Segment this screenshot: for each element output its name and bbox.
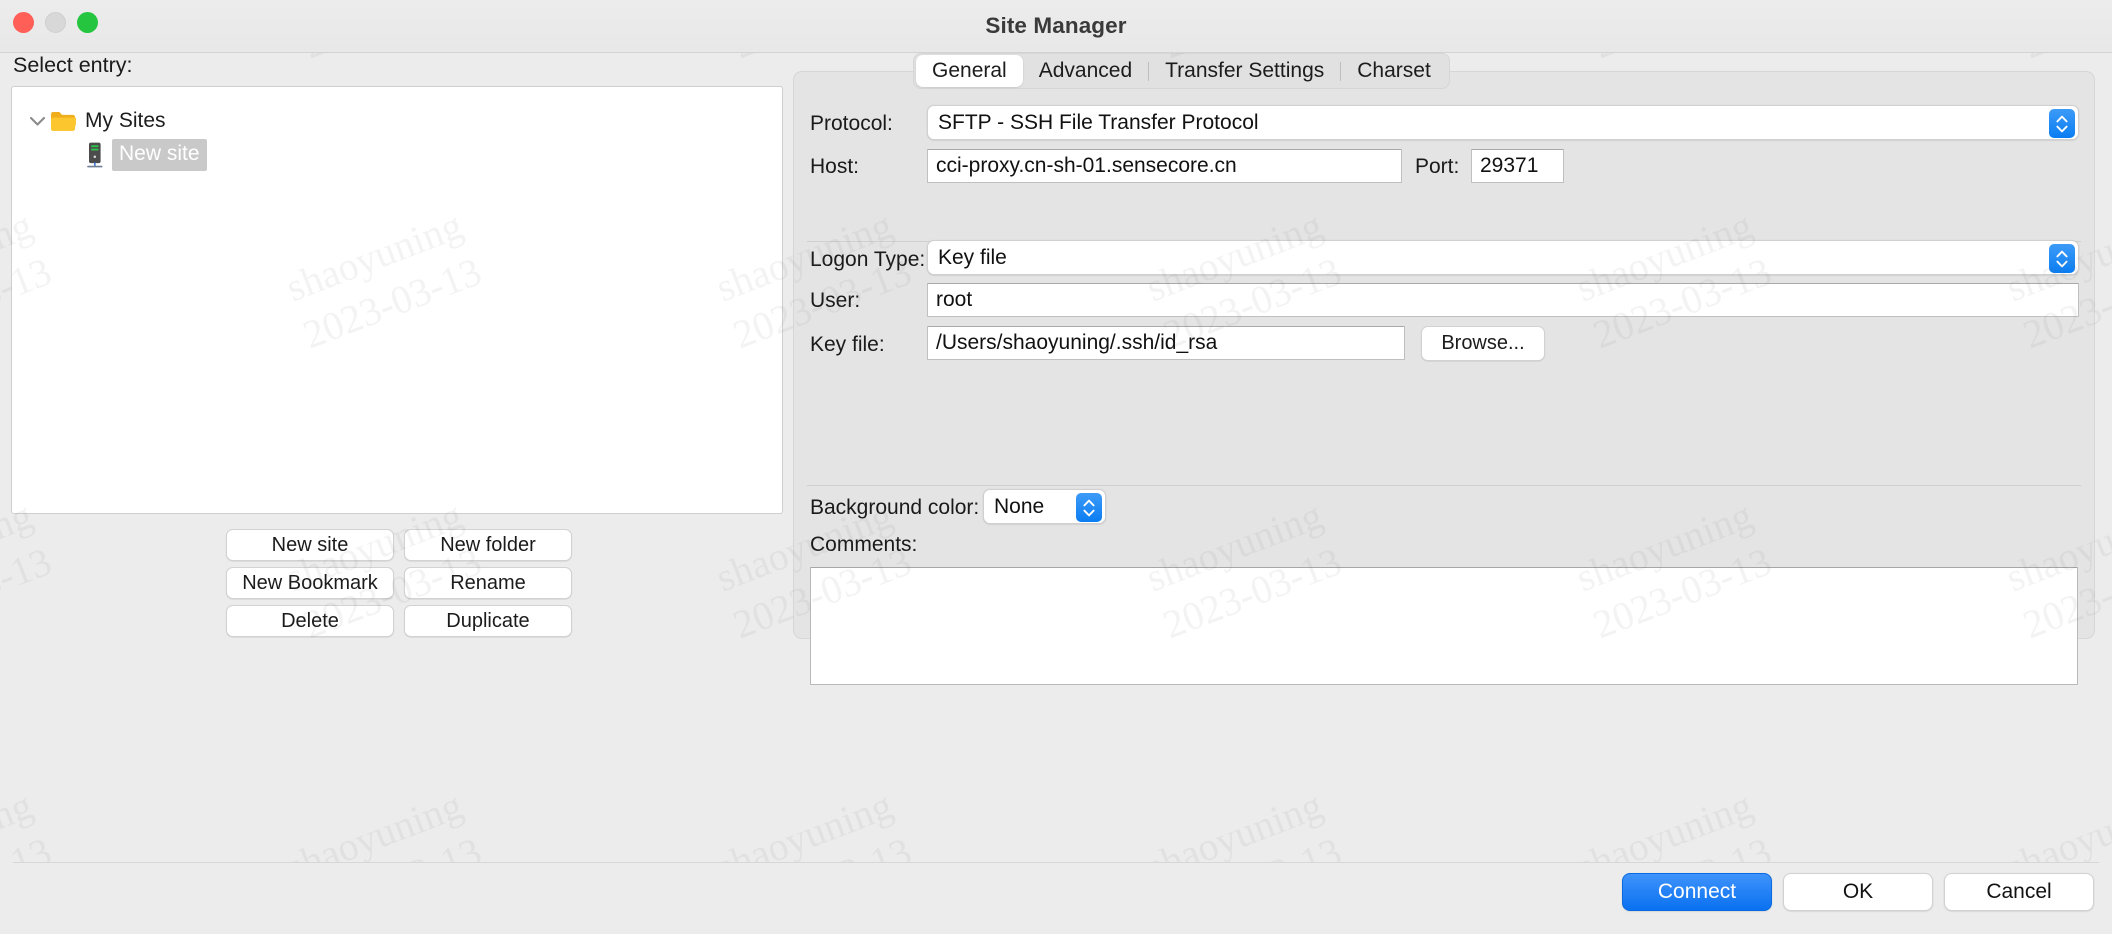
close-button[interactable] [13,12,34,33]
server-icon [87,142,103,167]
comments-textarea[interactable] [810,567,2078,685]
key-file-label: Key file: [810,333,885,356]
protocol-select[interactable]: SFTP - SSH File Transfer Protocol [927,105,2079,140]
background-color-value: None [994,494,1045,518]
user-input[interactable]: root [927,283,2079,317]
site-settings-pane: Protocol: SFTP - SSH File Transfer Proto… [793,53,2102,862]
host-label: Host: [810,155,860,178]
rename-button[interactable]: Rename [404,567,572,599]
tree-action-buttons: New site New folder New Bookmark Rename … [226,529,572,637]
connect-button[interactable]: Connect [1622,873,1772,911]
ok-button[interactable]: OK [1783,873,1933,911]
footer-button-group: Connect OK Cancel [1622,873,2094,911]
background-color-label: Background color: [810,496,980,519]
comments-label: Comments: [810,533,918,556]
browse-button[interactable]: Browse... [1421,326,1545,361]
logon-type-select[interactable]: Key file [927,240,2079,275]
tree-item-label: New site [112,138,207,172]
chevron-down-icon[interactable] [24,116,50,127]
tab-charset[interactable]: Charset [1341,55,1447,87]
tree-item-label: My Sites [85,109,166,132]
new-folder-button[interactable]: New folder [404,529,572,561]
folder-icon [50,111,76,131]
tree-item-new-site[interactable]: New site [12,138,782,172]
host-input[interactable]: cci-proxy.cn-sh-01.sensecore.cn [927,149,1402,183]
select-entry-label: Select entry: [13,53,133,77]
settings-tabs: General Advanced Transfer Settings Chars… [913,53,1450,89]
port-label: Port: [1415,155,1460,178]
dialog-footer: Connect OK Cancel [0,862,2112,934]
tab-transfer-settings[interactable]: Transfer Settings [1149,55,1340,87]
title-bar: Site Manager [0,0,2112,53]
zoom-button[interactable] [77,12,98,33]
user-label: User: [810,289,861,312]
site-tree[interactable]: My Sites New site [11,86,783,514]
chevron-updown-icon[interactable] [1076,493,1102,522]
minimize-button[interactable] [45,12,66,33]
new-bookmark-button[interactable]: New Bookmark [226,567,394,599]
protocol-value: SFTP - SSH File Transfer Protocol [938,110,1259,134]
port-input[interactable]: 29371 [1471,149,1564,183]
site-manager-window: Site Manager Select entry: My Sites New … [0,0,2112,934]
tab-advanced[interactable]: Advanced [1023,55,1148,87]
logon-type-value: Key file [938,245,1007,269]
cancel-button[interactable]: Cancel [1944,873,2094,911]
entry-selection-pane: Select entry: My Sites New site New site… [0,53,790,862]
tab-general[interactable]: General [916,55,1023,87]
background-color-select[interactable]: None [983,489,1106,524]
key-file-input[interactable]: /Users/shaoyuning/.ssh/id_rsa [927,326,1405,360]
footer-divider [13,862,2099,863]
duplicate-button[interactable]: Duplicate [404,605,572,637]
protocol-label: Protocol: [810,112,893,135]
section-divider-2 [807,485,2081,486]
general-tab-panel: Protocol: SFTP - SSH File Transfer Proto… [793,71,2095,685]
traffic-light-group [13,12,98,33]
page-title: Site Manager [985,13,1127,38]
new-site-button[interactable]: New site [226,529,394,561]
logon-type-label: Logon Type: [810,248,926,271]
delete-button[interactable]: Delete [226,605,394,637]
chevron-updown-icon[interactable] [2049,244,2075,273]
tree-item-my-sites[interactable]: My Sites [12,104,782,138]
chevron-updown-icon[interactable] [2049,109,2075,138]
dialog-body: Select entry: My Sites New site New site… [0,53,2112,862]
